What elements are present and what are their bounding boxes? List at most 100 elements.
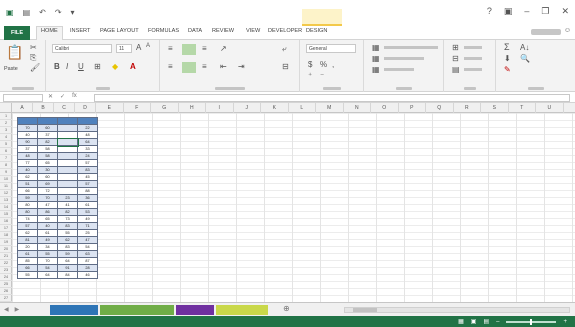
table-cell[interactable]: 55 xyxy=(37,250,58,258)
table-cell[interactable]: 83 xyxy=(57,243,78,251)
wrap-text-icon[interactable]: ⤶ xyxy=(282,44,286,54)
table-cell[interactable]: 69 xyxy=(37,180,58,188)
format-cells-icon[interactable]: ▤ xyxy=(452,65,460,74)
column-header-s[interactable]: S xyxy=(481,103,509,113)
horizontal-scrollbar[interactable] xyxy=(344,307,570,313)
row-header-16[interactable]: 16 xyxy=(0,218,12,225)
align-middle-icon[interactable] xyxy=(182,44,196,55)
underline-button[interactable]: U xyxy=(78,62,84,71)
column-header-t[interactable]: T xyxy=(509,103,536,113)
table-cell[interactable]: 57 xyxy=(77,180,98,188)
table-cell[interactable]: 30 xyxy=(37,166,58,174)
table-cell[interactable]: 80 xyxy=(17,201,38,209)
table-cell[interactable]: 83 xyxy=(57,222,78,230)
table-cell[interactable]: 22 xyxy=(77,124,98,132)
row-header-8[interactable]: 8 xyxy=(0,162,12,169)
table-cell[interactable]: 91 xyxy=(57,264,78,272)
zoom-slider[interactable] xyxy=(506,318,557,325)
help-icon[interactable]: ? xyxy=(487,6,492,17)
table-cell[interactable]: 90 xyxy=(17,138,38,146)
table-cell[interactable]: 63 xyxy=(77,250,98,258)
table-cell[interactable]: 65 xyxy=(37,215,58,223)
ribbon-display-icon[interactable]: ▣ xyxy=(504,6,513,17)
delete-cells-button[interactable] xyxy=(464,57,482,60)
close-icon[interactable]: ✕ xyxy=(561,6,569,17)
normal-view-icon[interactable]: ▦ xyxy=(458,318,464,325)
insert-function-button[interactable]: fx xyxy=(72,93,77,100)
table-header-cell[interactable] xyxy=(57,117,78,125)
table-header-cell[interactable] xyxy=(37,117,58,125)
new-sheet-icon[interactable]: ⊕ xyxy=(283,304,290,313)
tab-design[interactable]: DESIGN xyxy=(306,28,327,34)
tab-view[interactable]: VIEW xyxy=(246,28,260,34)
table-cell[interactable]: 34 xyxy=(37,243,58,251)
column-header-a[interactable]: A xyxy=(12,103,33,113)
name-box[interactable] xyxy=(3,94,43,102)
column-header-q[interactable]: Q xyxy=(426,103,454,113)
column-header-l[interactable]: L xyxy=(289,103,316,113)
next-sheet-icon[interactable]: ▶ xyxy=(15,306,20,313)
format-as-table-button[interactable] xyxy=(384,57,424,60)
table-cell[interactable] xyxy=(57,180,78,188)
insert-cells-icon[interactable]: ⊞ xyxy=(452,43,459,52)
table-cell[interactable]: 54 xyxy=(37,264,58,272)
table-cell[interactable]: 71 xyxy=(77,222,98,230)
row-header-12[interactable]: 12 xyxy=(0,190,12,197)
table-cell[interactable]: 72 xyxy=(37,187,58,195)
table-cell[interactable]: 64 xyxy=(57,257,78,265)
bold-button[interactable]: B xyxy=(54,62,60,71)
table-cell[interactable] xyxy=(56,137,79,147)
table-cell[interactable]: 62 xyxy=(17,173,38,181)
table-cell[interactable]: 64 xyxy=(37,271,58,279)
table-cell[interactable] xyxy=(57,131,78,139)
align-center-icon[interactable] xyxy=(182,62,196,73)
table-cell[interactable]: 62 xyxy=(17,229,38,237)
table-cell[interactable]: 74 xyxy=(17,215,38,223)
row-header-10[interactable]: 10 xyxy=(0,176,12,183)
tab-formulas[interactable]: FORMULAS xyxy=(148,28,179,34)
zoom-in-icon[interactable]: + xyxy=(563,319,567,325)
row-header-26[interactable]: 26 xyxy=(0,288,12,295)
table-cell[interactable]: 61 xyxy=(17,250,38,258)
row-header-6[interactable]: 6 xyxy=(0,148,12,155)
column-header-d[interactable]: D xyxy=(75,103,96,113)
tab-insert[interactable]: INSERT xyxy=(70,28,90,34)
table-cell[interactable]: 88 xyxy=(77,187,98,195)
grow-font-icon[interactable]: A xyxy=(136,43,141,52)
table-cell[interactable]: 70 xyxy=(17,124,38,132)
table-cell[interactable]: 61 xyxy=(37,229,58,237)
decrease-indent-icon[interactable]: ⇤ xyxy=(220,62,227,71)
row-header-18[interactable]: 18 xyxy=(0,232,12,239)
table-cell[interactable]: 66 xyxy=(17,264,38,272)
scrollbar-thumb[interactable] xyxy=(353,308,377,312)
table-cell[interactable]: 46 xyxy=(77,271,98,279)
clear-icon[interactable]: ✎ xyxy=(504,65,511,74)
undo-icon[interactable]: ↶ xyxy=(39,8,46,17)
table-cell[interactable] xyxy=(57,152,78,160)
shrink-font-icon[interactable]: A xyxy=(146,43,150,49)
delete-cells-icon[interactable]: ⊟ xyxy=(452,54,459,63)
column-header-p[interactable]: P xyxy=(399,103,426,113)
table-cell[interactable]: 28 xyxy=(77,264,98,272)
table-cell[interactable]: 40 xyxy=(17,131,38,139)
cancel-entry-icon[interactable]: ✕ xyxy=(48,93,53,100)
row-header-2[interactable]: 2 xyxy=(0,120,12,127)
cell-styles-button[interactable] xyxy=(384,68,414,71)
table-cell[interactable]: 62 xyxy=(57,236,78,244)
tab-data[interactable]: DATA xyxy=(188,28,202,34)
tab-page-layout[interactable]: PAGE LAYOUT xyxy=(100,28,139,34)
tab-developer[interactable]: DEVELOPER xyxy=(268,28,302,34)
number-format-select[interactable]: General xyxy=(306,44,356,53)
tab-review[interactable]: REVIEW xyxy=(212,28,234,34)
row-header-21[interactable]: 21 xyxy=(0,253,12,260)
column-header-r[interactable]: R xyxy=(454,103,481,113)
save-icon[interactable]: ▤ xyxy=(23,8,31,17)
table-header-cell[interactable] xyxy=(77,117,98,125)
column-header-u[interactable]: U xyxy=(536,103,564,113)
sheet-tab-3[interactable] xyxy=(176,305,214,315)
sheet-tab-2[interactable] xyxy=(100,305,174,315)
fill-color-icon[interactable]: ◆ xyxy=(112,62,118,71)
table-cell[interactable]: 23 xyxy=(57,194,78,202)
table-cell[interactable]: 70 xyxy=(37,257,58,265)
row-header-7[interactable]: 7 xyxy=(0,155,12,162)
